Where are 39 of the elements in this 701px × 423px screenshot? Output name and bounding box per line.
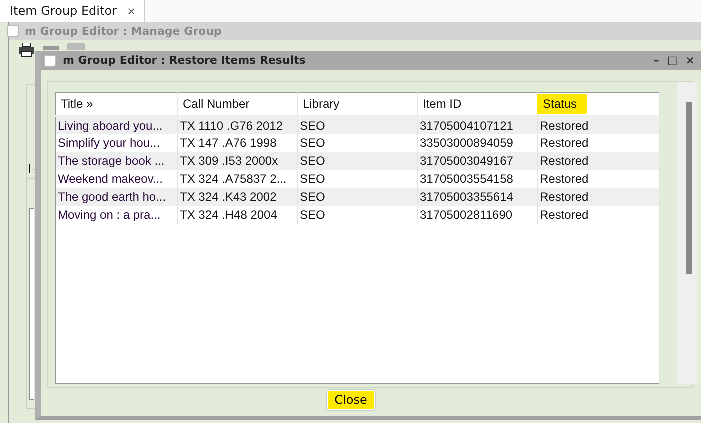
window-title: m Group Editor : Manage Group xyxy=(25,24,222,38)
table-cell: SEO xyxy=(298,188,418,206)
window-checkbox[interactable] xyxy=(44,55,56,67)
table-cell: The storage book ... xyxy=(56,152,178,170)
table-cell: SEO xyxy=(298,152,418,170)
table-cell: 31705003355614 xyxy=(418,188,538,206)
table-cell: 31705003049167 xyxy=(418,152,538,170)
editor-tab[interactable]: Item Group Editor × xyxy=(0,0,146,22)
window-title: m Group Editor : Restore Items Results xyxy=(63,54,307,67)
column-header[interactable]: Call Number xyxy=(183,97,250,111)
table-cell: Restored xyxy=(538,152,660,170)
close-button[interactable]: Close xyxy=(326,389,376,411)
column-header[interactable]: Title » xyxy=(61,97,94,111)
window-control-button[interactable]: × xyxy=(686,54,695,67)
column-header[interactable]: Status xyxy=(537,94,588,114)
window-control-button[interactable]: □ xyxy=(667,54,678,67)
table-cell: The good earth ho... xyxy=(56,188,178,206)
table-cell: SEO xyxy=(298,206,418,224)
window-checkbox[interactable] xyxy=(7,25,19,37)
table-cell: SEO xyxy=(298,116,418,134)
tab-close-button[interactable]: × xyxy=(127,4,136,18)
table-cell: Restored xyxy=(538,188,660,206)
table-cell: Moving on : a pra... xyxy=(56,206,178,224)
table-cell: 31705004107121 xyxy=(418,116,538,134)
list-box[interactable] xyxy=(29,208,34,400)
scrollbar[interactable] xyxy=(677,82,697,384)
table-cell: TX 309 .I53 2000x xyxy=(178,152,298,170)
table-cell: 31705002811690 xyxy=(418,206,538,224)
table-cell: Living aboard you... xyxy=(56,116,178,134)
printer-icon[interactable] xyxy=(19,43,35,57)
table-cell: Restored xyxy=(538,206,660,224)
table-cell: Restored xyxy=(538,116,660,134)
window-control-button[interactable]: – xyxy=(654,54,660,67)
section-label: I xyxy=(28,162,32,176)
table-cell: TX 1110 .G76 2012 xyxy=(178,116,298,134)
table-cell: TX 324 .H48 2004 xyxy=(178,206,298,224)
column-header[interactable]: Item ID xyxy=(423,97,462,111)
column-header[interactable]: Library xyxy=(303,97,340,111)
table-cell: TX 324 .K43 2002 xyxy=(178,188,298,206)
